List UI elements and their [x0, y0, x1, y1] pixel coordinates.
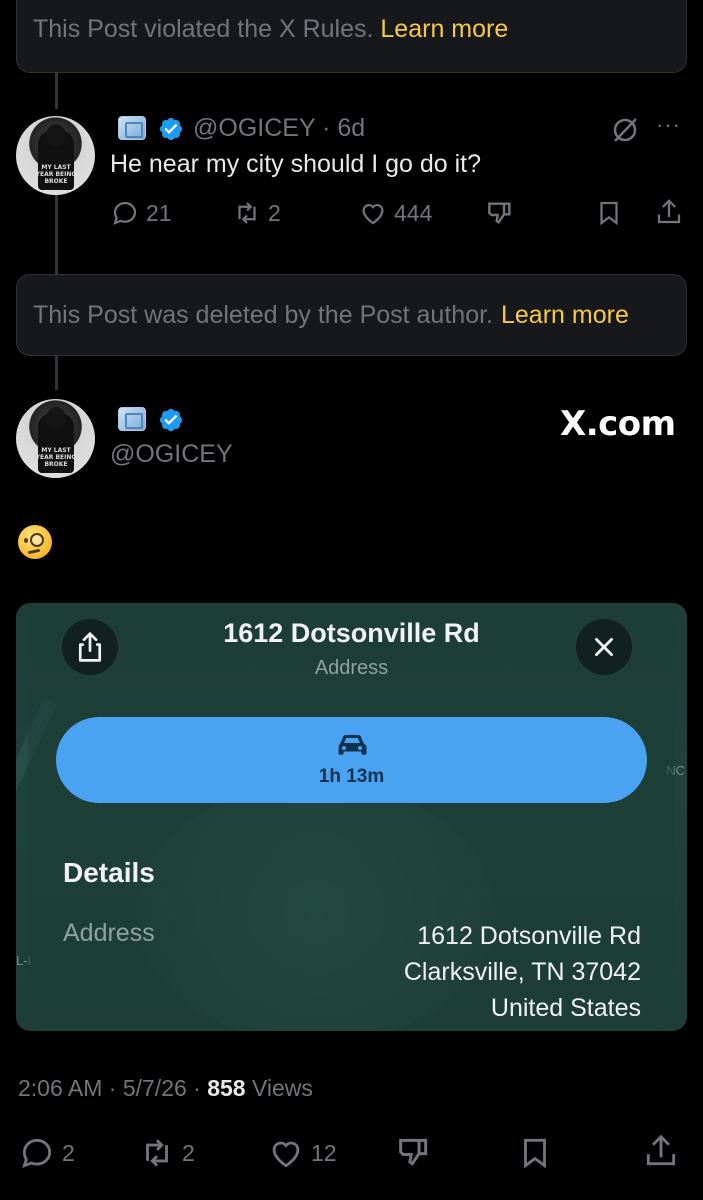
repost-icon: [238, 202, 256, 224]
share-icon[interactable]: [642, 1132, 680, 1170]
learn-more-link[interactable]: Learn more: [501, 301, 629, 330]
dislike-icon[interactable]: [484, 197, 516, 229]
like-count: 12: [311, 1139, 337, 1166]
learn-more-link[interactable]: Learn more: [380, 15, 508, 43]
address-line-3: United States: [490, 994, 641, 1022]
reply-count: 2: [62, 1139, 75, 1166]
close-icon: [595, 638, 613, 656]
post-timestamp[interactable]: 2:06 AM · 5/7/26 ·: [18, 1075, 207, 1101]
avatar-shirt-text: MY LAST YEAR BEING BROKE: [35, 164, 77, 185]
thread-line: [55, 73, 58, 109]
deleted-notice-text: This Post was deleted by the Post author…: [33, 300, 493, 329]
avatar-shirt-text: MY LAST YEAR BEING BROKE: [35, 447, 77, 468]
post-time: · 6d: [322, 114, 366, 142]
post-meta: 2:06 AM · 5/7/26 · 858 Views: [18, 1075, 313, 1102]
like-button[interactable]: 12: [267, 1134, 337, 1172]
address-line-2: Clarksville, TN 37042: [403, 958, 641, 986]
post-text: He near my city should I go do it?: [110, 150, 482, 178]
ice-badge-icon: [118, 407, 146, 431]
heart-icon: [362, 204, 384, 225]
views-label: Views: [245, 1075, 313, 1101]
directions-button[interactable]: 1h 13m: [56, 717, 647, 803]
repost-button[interactable]: 2: [232, 198, 281, 228]
ice-badge-icon: [118, 116, 146, 140]
violated-post-notice: This Post violated the X Rules. Learn mo…: [16, 0, 687, 73]
bookmark-icon[interactable]: [516, 1134, 554, 1172]
avatar[interactable]: MY LAST YEAR BEING BROKE: [16, 399, 95, 478]
post-author-handle[interactable]: @OGICEY: [110, 440, 233, 469]
like-button[interactable]: 444: [358, 198, 432, 228]
grok-icon[interactable]: [610, 115, 640, 145]
share-icon[interactable]: [654, 197, 684, 227]
reply-count: 21: [146, 199, 172, 226]
handle-text[interactable]: @OGICEY: [193, 114, 315, 142]
reply-icon: [113, 201, 137, 225]
car-icon: [338, 735, 366, 755]
maps-screenshot-image[interactable]: NC L-I 1612 Dotsonville Rd Address 1h 13…: [16, 603, 687, 1031]
thread-line: [55, 192, 58, 274]
dislike-icon[interactable]: [394, 1132, 434, 1172]
thread-line: [55, 356, 58, 390]
emoji-eye: [24, 538, 28, 543]
avatar[interactable]: MY LAST YEAR BEING BROKE: [16, 116, 95, 195]
x-logo: X.com: [560, 404, 676, 444]
views-count: 858: [207, 1075, 246, 1101]
address-label: Address: [63, 919, 155, 947]
emoji-monocle: [30, 533, 44, 547]
verified-icon: [159, 117, 183, 141]
address-value[interactable]: 1612 Dotsonville Rd Clarksville, TN 3704…: [404, 918, 641, 1026]
repost-icon: [146, 1139, 168, 1167]
repost-count: 2: [182, 1139, 195, 1166]
details-heading: Details: [63, 857, 155, 888]
address-line-1: 1612 Dotsonville Rd: [417, 922, 641, 950]
verified-icon: [159, 408, 183, 432]
repost-button[interactable]: 2: [138, 1134, 195, 1172]
post-author-handle[interactable]: @OGICEY · 6d: [193, 114, 365, 143]
reply-icon: [22, 1138, 52, 1169]
deleted-post-notice: This Post was deleted by the Post author…: [16, 274, 687, 356]
bookmark-icon[interactable]: [594, 198, 624, 228]
face-with-monocle-icon: [18, 525, 52, 559]
more-options-icon[interactable]: ···: [656, 112, 681, 138]
reply-button[interactable]: 2: [18, 1134, 75, 1172]
reply-button[interactable]: 21: [110, 198, 172, 228]
emoji-mouth: [27, 548, 41, 555]
heart-icon: [272, 1141, 300, 1168]
like-count: 444: [394, 199, 433, 226]
repost-count: 2: [268, 199, 281, 226]
drive-time: 1h 13m: [318, 766, 385, 787]
violated-notice-text: This Post violated the X Rules.: [33, 15, 374, 43]
close-button[interactable]: [576, 619, 632, 675]
